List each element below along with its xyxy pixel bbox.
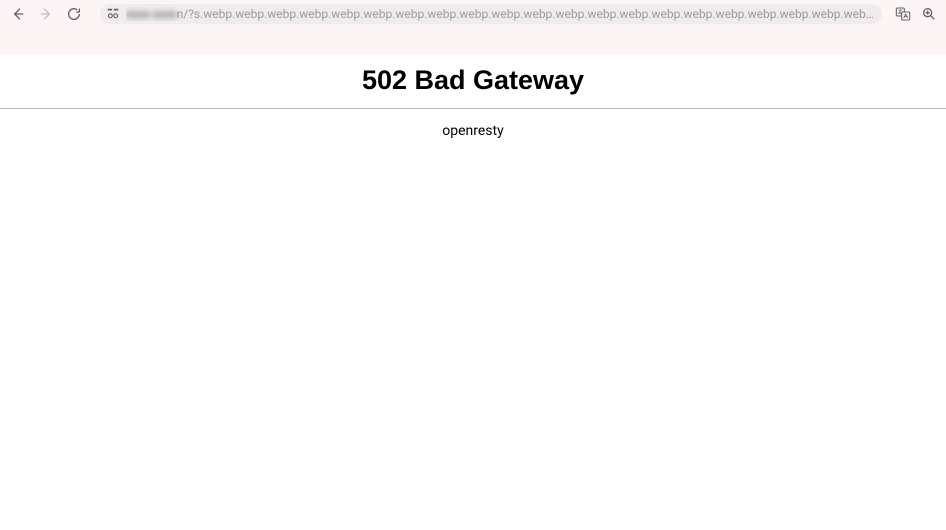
translate-icon [895, 6, 911, 22]
forward-button[interactable] [36, 4, 56, 24]
translate-button[interactable] [894, 5, 912, 23]
address-bar[interactable]: xxxx xxxxn/?s.webp.webp.webp.webp.webp.w… [100, 4, 882, 24]
reload-icon [66, 6, 82, 22]
arrow-left-icon [10, 6, 26, 22]
page-content: 502 Bad Gateway openresty [0, 65, 946, 139]
zoom-button[interactable] [920, 5, 938, 23]
divider [0, 108, 946, 109]
top-tint [0, 28, 946, 55]
zoom-icon [921, 6, 937, 22]
browser-toolbar: xxxx xxxxn/?s.webp.webp.webp.webp.webp.w… [0, 0, 946, 28]
arrow-right-icon [38, 6, 54, 22]
error-heading: 502 Bad Gateway [0, 65, 946, 96]
server-text: openresty [0, 123, 946, 139]
reload-button[interactable] [64, 4, 84, 24]
url-text: xxxx xxxxn/?s.webp.webp.webp.webp.webp.w… [126, 7, 876, 21]
site-settings-icon[interactable] [106, 7, 120, 21]
back-button[interactable] [8, 4, 28, 24]
